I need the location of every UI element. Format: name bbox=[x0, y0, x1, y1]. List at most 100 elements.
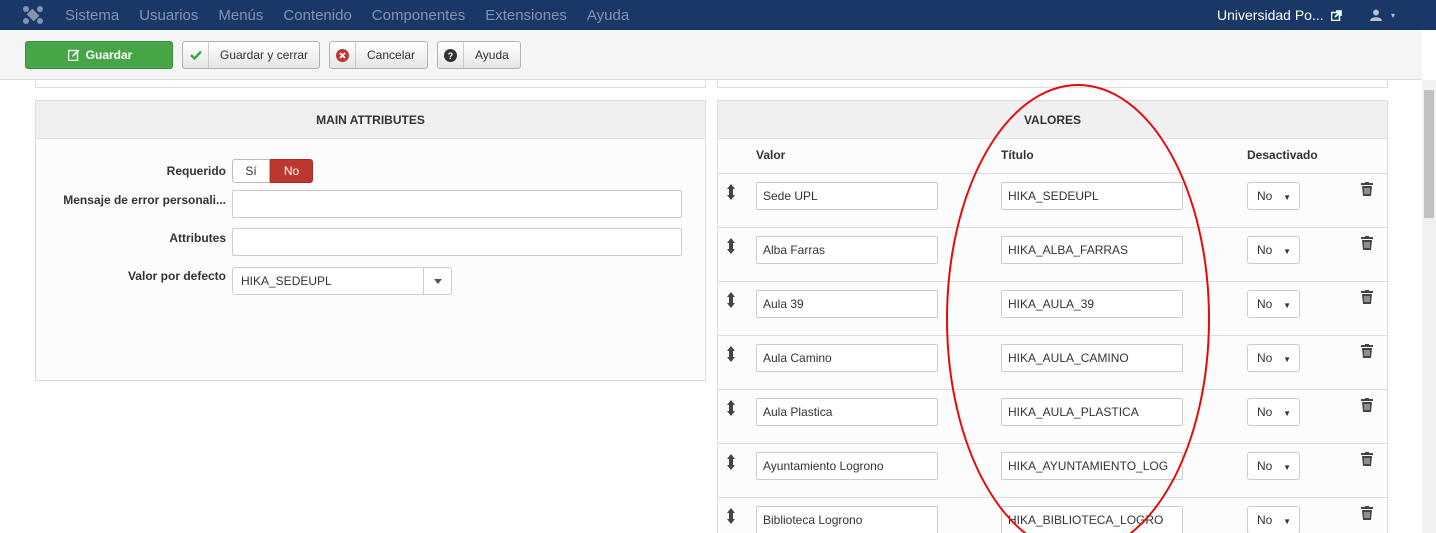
value-row: Biblioteca Logrono HIKA_BIBLIOTECA_LOGRO… bbox=[718, 497, 1387, 533]
joomla-logo-icon[interactable] bbox=[20, 4, 46, 26]
desactivado-select[interactable]: No ▼ bbox=[1247, 398, 1300, 426]
menu-item-contenido[interactable]: Contenido bbox=[283, 7, 351, 24]
valor-input[interactable]: Biblioteca Logrono bbox=[756, 506, 938, 533]
column-header-valor: Valor bbox=[756, 148, 786, 162]
valor-input[interactable]: Aula Plastica bbox=[756, 398, 938, 426]
top-navbar: Sistema Usuarios Menús Contenido Compone… bbox=[0, 0, 1436, 30]
attributes-field[interactable] bbox=[232, 228, 682, 256]
drag-handle-icon[interactable] bbox=[726, 508, 736, 524]
previous-panel-right bbox=[717, 80, 1388, 88]
main-menu: Sistema Usuarios Menús Contenido Compone… bbox=[65, 0, 649, 30]
titulo-input[interactable]: HIKA_AULA_CAMINO bbox=[1001, 344, 1183, 372]
titulo-input[interactable]: HIKA_ALBA_FARRAS bbox=[1001, 236, 1183, 264]
cancel-button[interactable]: Cancelar bbox=[329, 41, 428, 69]
menu-item-extensiones[interactable]: Extensiones bbox=[485, 7, 567, 24]
column-header-desactivado: Desactivado bbox=[1247, 148, 1318, 162]
caret-down-icon: ▼ bbox=[1283, 463, 1291, 472]
valor-input[interactable]: Alba Farras bbox=[756, 236, 938, 264]
drag-handle-icon[interactable] bbox=[726, 184, 736, 200]
trash-icon[interactable] bbox=[1361, 344, 1373, 358]
desactivado-select[interactable]: No ▼ bbox=[1247, 236, 1300, 264]
column-header-titulo: Título bbox=[1001, 148, 1034, 162]
check-icon bbox=[183, 42, 209, 68]
value-row: Ayuntamiento Logrono HIKA_AYUNTAMIENTO_L… bbox=[718, 443, 1387, 497]
user-icon bbox=[1370, 9, 1382, 21]
page-scrollbar[interactable] bbox=[1422, 80, 1436, 533]
value-row: Alba Farras HIKA_ALBA_FARRAS No ▼ bbox=[718, 227, 1387, 281]
drag-handle-icon[interactable] bbox=[726, 400, 736, 416]
desactivado-value: No bbox=[1257, 243, 1273, 257]
value-row: Aula 39 HIKA_AULA_39 No ▼ bbox=[718, 281, 1387, 335]
menu-item-ayuda[interactable]: Ayuda bbox=[587, 7, 629, 24]
main-attributes-title: MAIN ATTRIBUTES bbox=[36, 101, 705, 139]
error-message-label: Mensaje de error personali... bbox=[63, 193, 226, 207]
desactivado-value: No bbox=[1257, 405, 1273, 419]
trash-icon[interactable] bbox=[1361, 182, 1373, 196]
default-value-selected: HIKA_SEDEUPL bbox=[241, 274, 332, 288]
save-close-label: Guardar y cerrar bbox=[220, 48, 309, 62]
desactivado-value: No bbox=[1257, 459, 1273, 473]
external-link-icon bbox=[1330, 9, 1342, 21]
trash-icon[interactable] bbox=[1361, 452, 1373, 466]
edit-icon bbox=[66, 42, 82, 68]
toolbar: Guardar Guardar y cerrar Cancelar ? Ayud… bbox=[0, 30, 1422, 80]
caret-down-icon: ▼ bbox=[1283, 301, 1291, 310]
valor-input[interactable]: Aula 39 bbox=[756, 290, 938, 318]
caret-down-icon: ▼ bbox=[1283, 355, 1291, 364]
value-row: Aula Camino HIKA_AULA_CAMINO No ▼ bbox=[718, 335, 1387, 389]
trash-icon[interactable] bbox=[1361, 506, 1373, 520]
menu-item-componentes[interactable]: Componentes bbox=[372, 7, 465, 24]
valores-panel: VALORES Valor Título Desactivado Sede UP… bbox=[717, 100, 1388, 533]
menu-item-usuarios[interactable]: Usuarios bbox=[139, 7, 198, 24]
desactivado-select[interactable]: No ▼ bbox=[1247, 506, 1300, 533]
desactivado-value: No bbox=[1257, 513, 1273, 527]
titulo-input[interactable]: HIKA_AULA_PLASTICA bbox=[1001, 398, 1183, 426]
valor-input[interactable]: Aula Camino bbox=[756, 344, 938, 372]
caret-down-icon bbox=[423, 268, 451, 294]
default-value-select[interactable]: HIKA_SEDEUPL bbox=[232, 267, 452, 295]
value-row: Aula Plastica HIKA_AULA_PLASTICA No ▼ bbox=[718, 389, 1387, 443]
error-message-field[interactable] bbox=[232, 190, 682, 218]
titulo-input[interactable]: HIKA_BIBLIOTECA_LOGRO bbox=[1001, 506, 1183, 533]
help-button[interactable]: ? Ayuda bbox=[437, 41, 521, 69]
valor-input[interactable]: Sede UPL bbox=[756, 182, 938, 210]
required-no-option[interactable]: No bbox=[270, 159, 313, 183]
desactivado-select[interactable]: No ▼ bbox=[1247, 182, 1300, 210]
required-yes-option[interactable]: Sí bbox=[232, 159, 270, 183]
user-menu[interactable]: ▾ bbox=[1370, 0, 1395, 30]
save-close-button[interactable]: Guardar y cerrar bbox=[182, 41, 320, 69]
titulo-input[interactable]: HIKA_AYUNTAMIENTO_LOG bbox=[1001, 452, 1183, 480]
drag-handle-icon[interactable] bbox=[726, 238, 736, 254]
save-label: Guardar bbox=[85, 48, 133, 62]
chevron-down-icon: ▾ bbox=[1391, 10, 1396, 20]
previous-panel-left bbox=[35, 80, 706, 88]
desactivado-select[interactable]: No ▼ bbox=[1247, 344, 1300, 372]
desactivado-value: No bbox=[1257, 297, 1273, 311]
drag-handle-icon[interactable] bbox=[726, 346, 736, 362]
menu-item-sistema[interactable]: Sistema bbox=[65, 7, 119, 24]
desactivado-select[interactable]: No ▼ bbox=[1247, 452, 1300, 480]
cancel-icon bbox=[330, 42, 356, 68]
site-link[interactable]: Universidad Po... bbox=[1217, 0, 1342, 30]
titulo-input[interactable]: HIKA_AULA_39 bbox=[1001, 290, 1183, 318]
save-button[interactable]: Guardar bbox=[25, 41, 173, 69]
default-value-label: Valor por defecto bbox=[127, 269, 226, 283]
caret-down-icon: ▼ bbox=[1283, 193, 1291, 202]
main-attributes-panel: MAIN ATTRIBUTES Requerido Sí No Mensaje … bbox=[35, 100, 706, 381]
trash-icon[interactable] bbox=[1361, 398, 1373, 412]
scrollbar-thumb[interactable] bbox=[1424, 90, 1434, 218]
drag-handle-icon[interactable] bbox=[726, 454, 736, 470]
caret-down-icon: ▼ bbox=[1283, 409, 1291, 418]
menu-item-menus[interactable]: Menús bbox=[218, 7, 263, 24]
cancel-label: Cancelar bbox=[367, 48, 416, 62]
drag-handle-icon[interactable] bbox=[726, 292, 736, 308]
question-icon: ? bbox=[438, 42, 464, 68]
titulo-input[interactable]: HIKA_SEDEUPL bbox=[1001, 182, 1183, 210]
desactivado-select[interactable]: No ▼ bbox=[1247, 290, 1300, 318]
caret-down-icon: ▼ bbox=[1283, 247, 1291, 256]
trash-icon[interactable] bbox=[1361, 290, 1373, 304]
desactivado-value: No bbox=[1257, 189, 1273, 203]
value-row: Sede UPL HIKA_SEDEUPL No ▼ bbox=[718, 173, 1387, 227]
valor-input[interactable]: Ayuntamiento Logrono bbox=[756, 452, 938, 480]
trash-icon[interactable] bbox=[1361, 236, 1373, 250]
